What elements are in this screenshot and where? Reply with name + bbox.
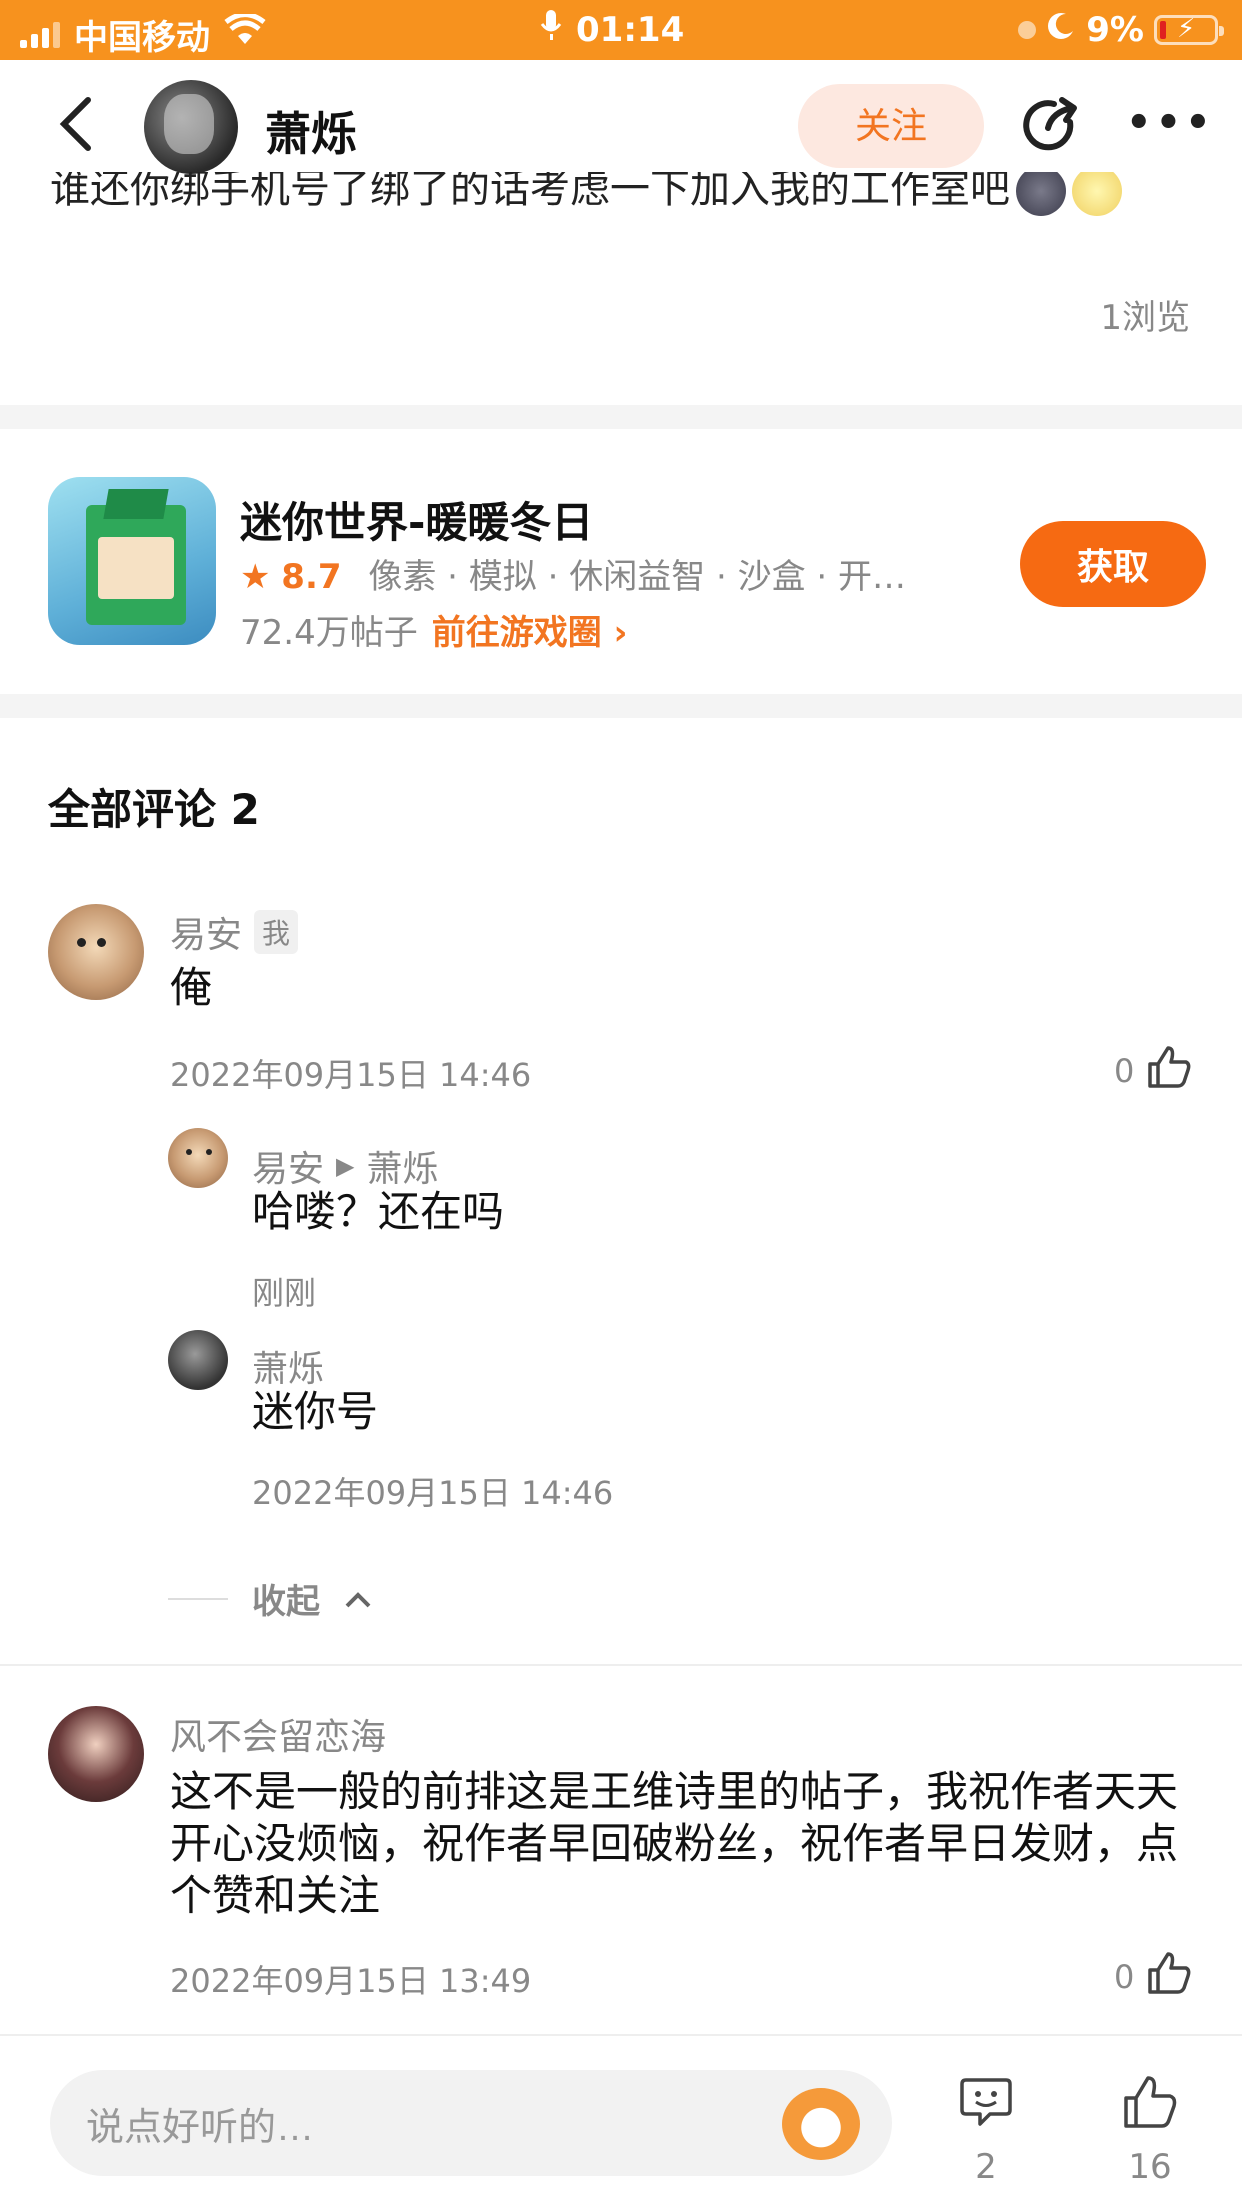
game-post-count: 72.4万帖子 (240, 613, 418, 653)
full-moon-emoji-icon (1072, 172, 1122, 216)
emoji-mascot-icon[interactable] (782, 2088, 860, 2160)
thumbs-up-icon[interactable] (1120, 2072, 1180, 2141)
bottom-bar: 说点好听的… 2 16 (0, 2034, 1242, 2208)
reply-time: 2022年09月15日 14:46 (252, 1474, 614, 1512)
reply-text[interactable]: 哈喽？还在吗 (252, 1186, 504, 1238)
reply-text[interactable]: 迷你号 (252, 1386, 378, 1438)
comment-time: 2022年09月15日 14:46 (170, 1056, 532, 1094)
comment-time: 2022年09月15日 13:49 (170, 1962, 532, 2000)
comment-icon[interactable] (956, 2072, 1016, 2141)
reply-time: 刚刚 (252, 1274, 317, 1312)
avatar[interactable] (168, 1128, 228, 1188)
battery-icon: ⚡ (1154, 14, 1224, 45)
follow-button[interactable]: 关注 (798, 84, 984, 168)
dark-moon-emoji-icon (1016, 172, 1066, 216)
get-game-button[interactable]: 获取 (1020, 521, 1206, 607)
game-tags: 像素 · 模拟 · 休闲益智 · 沙盒 · 开… (368, 557, 907, 597)
carrier-label: 中国移动 (74, 18, 210, 58)
dot-icon (1018, 21, 1037, 39)
comment-text[interactable]: 这不是一般的前排这是王维诗里的帖子，我祝作者天天开心没烦恼，祝作者早回破粉丝，祝… (170, 1766, 1180, 1922)
status-bar: 中国移动 01:14 9% ⚡ (0, 0, 1242, 60)
like-count: 0 (1114, 1958, 1135, 1996)
post-like-count: 16 (1128, 2147, 1172, 2187)
avatar[interactable] (48, 1706, 144, 1802)
like-count: 0 (1114, 1052, 1135, 1090)
back-chevron-icon[interactable] (56, 94, 104, 154)
thumbs-up-icon[interactable] (1144, 1948, 1194, 2006)
moon-icon (1046, 10, 1076, 50)
like-button[interactable]: 0 (1114, 1948, 1194, 2006)
comment-count: 2 (975, 2147, 997, 2187)
clock-time: 01:14 (576, 9, 685, 50)
comment-count-button[interactable]: 2 (956, 2072, 1016, 2187)
game-meta: ★ 8.7 像素 · 模拟 · 休闲益智 · 沙盒 · 开… (240, 549, 980, 598)
chevron-up-icon (344, 1579, 372, 1619)
reply-author: 易安 ▶ 萧烁 (252, 1149, 439, 1190)
avatar[interactable] (48, 904, 144, 1000)
reply-author: 萧烁 (252, 1349, 325, 1390)
author-avatar[interactable] (144, 80, 238, 174)
me-badge: 我 (254, 910, 299, 954)
microphone-icon (540, 8, 562, 51)
game-card[interactable]: 迷你世界-暖暖冬日 ★ 8.7 像素 · 模拟 · 休闲益智 · 沙盒 · 开…… (0, 429, 1242, 694)
author-name[interactable]: 萧烁 (265, 98, 357, 164)
game-icon[interactable] (48, 477, 216, 645)
signal-icon (20, 21, 60, 48)
collapse-replies-button[interactable]: 收起 (168, 1574, 372, 1623)
comment-author: 易安 我 (170, 906, 299, 958)
reply-arrow-icon: ▶ (336, 1152, 355, 1180)
avatar[interactable] (168, 1330, 228, 1390)
comment-text[interactable]: 俺 (170, 962, 212, 1014)
share-icon[interactable] (1020, 94, 1084, 158)
more-options-icon[interactable]: ••• (1126, 100, 1215, 146)
star-icon: ★ (240, 557, 271, 597)
game-name[interactable]: 迷你世界-暖暖冬日 (240, 489, 593, 550)
comment-divider (0, 1664, 1242, 1666)
comments-title: 全部评论 2 (48, 785, 260, 834)
battery-percent: 9% (1086, 10, 1144, 50)
comment-input[interactable]: 说点好听的… (50, 2070, 892, 2176)
like-button[interactable]: 0 (1114, 1042, 1194, 1100)
comment-author: 风不会留恋海 (170, 1717, 387, 1758)
post-body-text: 谁还你绑手机号了绑了的话考虑一下加入我的工作室吧 (50, 172, 1210, 222)
section-divider (0, 694, 1242, 718)
game-rating: 8.7 (281, 557, 342, 597)
section-divider (0, 405, 1242, 429)
thumbs-up-icon[interactable] (1144, 1042, 1194, 1100)
game-stats: 72.4万帖子 前往游戏圈 › (240, 605, 628, 654)
wifi-icon (224, 12, 266, 55)
view-count: 1浏览 (1100, 298, 1190, 338)
game-circle-link[interactable]: 前往游戏圈 › (432, 613, 628, 653)
post-like-button[interactable]: 16 (1120, 2072, 1180, 2187)
chevron-right-icon: › (613, 613, 628, 653)
